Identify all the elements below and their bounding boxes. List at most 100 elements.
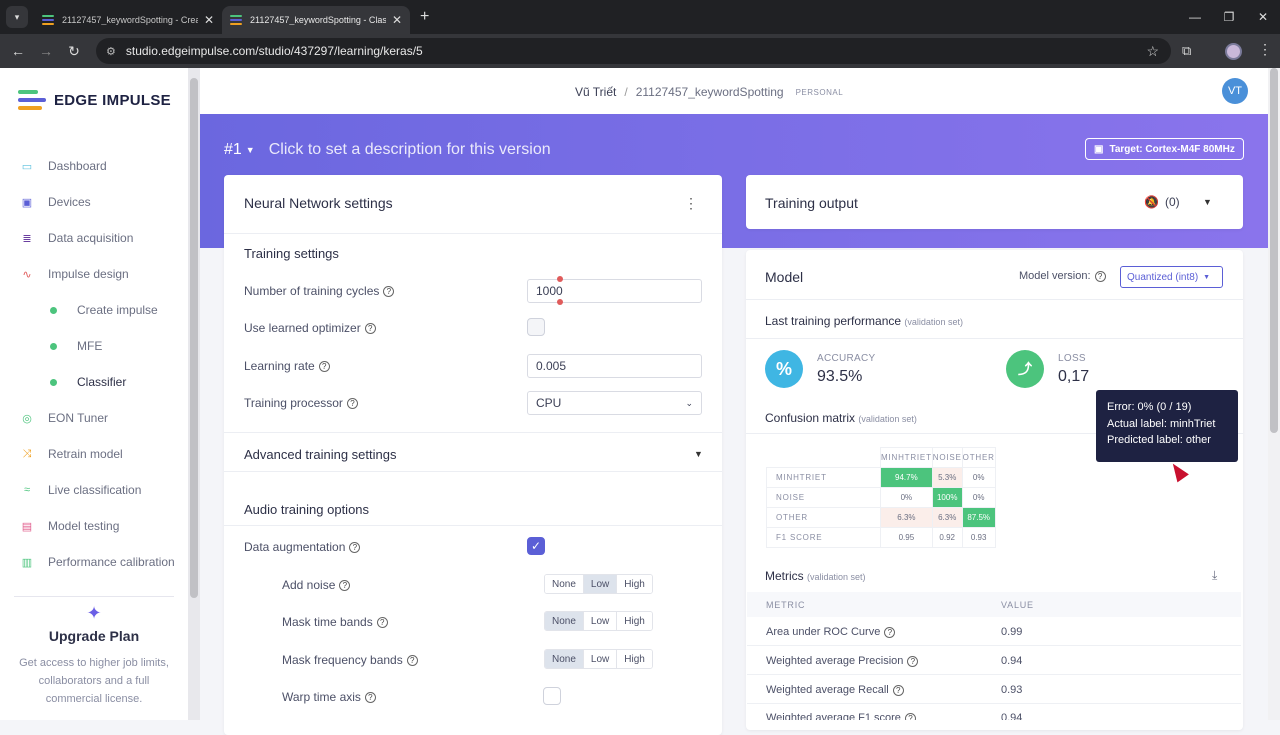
help-icon[interactable]: ? [339, 579, 351, 591]
window-controls: — ❐ ✕ [1178, 0, 1280, 34]
data-augmentation-checkbox[interactable]: ✓ [527, 537, 545, 555]
help-icon[interactable]: ? [364, 691, 376, 703]
sidebar-item-dashboard[interactable]: ▭ Dashboard [0, 148, 188, 184]
help-icon[interactable]: ? [884, 626, 896, 638]
profile-avatar[interactable] [1225, 43, 1242, 60]
sidebar-item-model-testing[interactable]: ▤ Model testing [0, 508, 188, 544]
help-icon[interactable]: ? [1094, 270, 1106, 282]
site-info-icon[interactable]: ⚙ [106, 45, 116, 58]
version-description[interactable]: Click to set a description for this vers… [269, 141, 551, 159]
more-options-icon[interactable]: ⋮ [684, 195, 698, 212]
sidebar-scrollbar[interactable] [188, 68, 200, 720]
learned-optimizer-checkbox[interactable] [527, 318, 545, 336]
forward-icon[interactable]: → [32, 43, 60, 59]
browser-menu-icon[interactable]: ⋮ [1258, 41, 1272, 58]
tab-search-chevron-icon[interactable]: ▾ [6, 6, 28, 28]
sidebar-item-create-impulse[interactable]: Create impulse [0, 292, 188, 328]
help-icon[interactable]: ? [364, 322, 376, 334]
help-icon[interactable]: ? [406, 654, 418, 666]
option-low[interactable]: Low [583, 612, 618, 630]
sidebar-item-devices[interactable]: ▣ Devices [0, 184, 188, 220]
browser-tab-active[interactable]: 21127457_keywordSpotting - Classifier ✕ [222, 6, 410, 34]
stepper-down-icon[interactable] [557, 299, 563, 305]
help-icon[interactable]: ? [318, 360, 330, 372]
learning-rate-input[interactable]: 0.005 [527, 354, 702, 378]
option-high[interactable]: High [617, 650, 652, 668]
sidebar-item-eon-tuner[interactable]: ◎ EON Tuner [0, 400, 188, 436]
training-cycles-input[interactable]: 1000 [527, 279, 702, 303]
back-icon[interactable]: ← [4, 43, 32, 59]
cm-cell[interactable]: 0% [961, 467, 996, 488]
advanced-settings-toggle[interactable]: Advanced training settings [244, 447, 396, 462]
option-low[interactable]: Low [583, 575, 618, 593]
help-icon[interactable]: ? [907, 655, 919, 667]
help-icon[interactable]: ? [349, 541, 361, 553]
new-tab-icon[interactable]: + [420, 8, 429, 26]
close-window-icon[interactable]: ✕ [1246, 10, 1280, 24]
training-processor-select[interactable]: CPU ⌄ [527, 391, 702, 415]
url-field[interactable]: ⚙ studio.edgeimpulse.com/studio/437297/l… [96, 38, 1171, 64]
notifications-toggle[interactable]: 🔕 (0) [1144, 195, 1180, 209]
restore-icon[interactable]: ❐ [1212, 10, 1246, 24]
download-icon[interactable]: ⤓ [1212, 568, 1217, 583]
sidebar-item-impulse-design[interactable]: ∿ Impulse design [0, 256, 188, 292]
caret-down-icon[interactable]: ▼ [246, 145, 255, 155]
cm-cell[interactable]: 0% [961, 487, 996, 508]
browser-tab[interactable]: 21127457_keywordSpotting - Create Impuls… [34, 6, 222, 34]
close-tab-icon[interactable]: ✕ [204, 13, 214, 27]
cm-cell[interactable]: 0% [880, 487, 933, 508]
breadcrumb-user[interactable]: Vũ Triết [575, 85, 616, 99]
add-noise-segmented: None Low High [544, 574, 653, 594]
option-low[interactable]: Low [583, 650, 618, 668]
sidebar-item-performance-calibration[interactable]: ▥ Performance calibration [0, 544, 188, 580]
cm-cell[interactable]: 100% [931, 487, 963, 508]
option-none[interactable]: None [545, 612, 584, 630]
option-high[interactable]: High [617, 612, 652, 630]
upgrade-plan-panel[interactable]: ✦ Upgrade Plan Get access to higher job … [0, 603, 188, 708]
help-icon[interactable]: ? [346, 397, 358, 409]
user-avatar[interactable]: VT [1222, 78, 1248, 104]
cm-cell[interactable]: 94.7% [880, 467, 933, 488]
cm-cell[interactable]: 87.5% [961, 507, 996, 528]
caret-down-icon[interactable]: ▼ [694, 449, 703, 459]
training-output-card: Training output 🔕 (0) ▼ [746, 175, 1243, 229]
warp-time-checkbox[interactable] [543, 687, 561, 705]
sidebar-item-classifier[interactable]: Classifier [0, 364, 188, 400]
minimize-icon[interactable]: — [1178, 10, 1212, 24]
model-version-select[interactable]: Quantized (int8) ▼ [1120, 266, 1223, 288]
option-none[interactable]: None [545, 650, 584, 668]
cm-cell[interactable]: 6.3% [931, 507, 963, 528]
cm-row: NOISE 0% 100% 0% [766, 487, 996, 508]
version-selector[interactable]: #1 ▼ Click to set a description for this… [224, 141, 551, 159]
close-tab-icon[interactable]: ✕ [392, 13, 402, 27]
stepper-up-icon[interactable] [557, 276, 563, 282]
sidebar-item-label: Performance calibration [48, 555, 175, 569]
sidebar-item-data-acquisition[interactable]: ≣ Data acquisition [0, 220, 188, 256]
sidebar-item-mfe[interactable]: MFE [0, 328, 188, 364]
main-scrollbar[interactable] [1268, 68, 1280, 720]
target-device-button[interactable]: ▣ Target: Cortex-M4F 80MHz [1085, 138, 1244, 160]
kpi-value: 93.5% [817, 367, 863, 385]
breadcrumb-project[interactable]: 21127457_keywordSpotting [636, 85, 784, 99]
option-high[interactable]: High [617, 575, 652, 593]
caret-down-icon[interactable]: ▼ [1203, 197, 1212, 207]
help-icon[interactable]: ? [376, 616, 388, 628]
monitor-icon: ▭ [21, 160, 33, 173]
option-none[interactable]: None [545, 575, 584, 593]
help-icon[interactable]: ? [892, 684, 904, 696]
cm-cell[interactable]: 6.3% [880, 507, 933, 528]
extensions-icon[interactable]: ⧉ [1182, 43, 1191, 59]
divider [746, 338, 1243, 339]
bell-off-icon: 🔕 [1144, 195, 1159, 209]
help-icon[interactable]: ? [383, 285, 395, 297]
help-icon[interactable]: ? [904, 712, 916, 720]
version-number[interactable]: #1 [224, 141, 242, 159]
sidebar-item-live-classification[interactable]: ≈ Live classification [0, 472, 188, 508]
bookmark-star-icon[interactable]: ☆ [1146, 43, 1159, 60]
sidebar-item-retrain-model[interactable]: ⤨ Retrain model [0, 436, 188, 472]
reload-icon[interactable]: ↻ [60, 43, 88, 60]
logo-text: EDGE IMPULSE [54, 91, 171, 109]
cm-cell[interactable]: 5.3% [931, 467, 963, 488]
cm-col-header: NOISE [931, 447, 963, 468]
edge-impulse-logo[interactable]: EDGE IMPULSE [18, 90, 171, 110]
